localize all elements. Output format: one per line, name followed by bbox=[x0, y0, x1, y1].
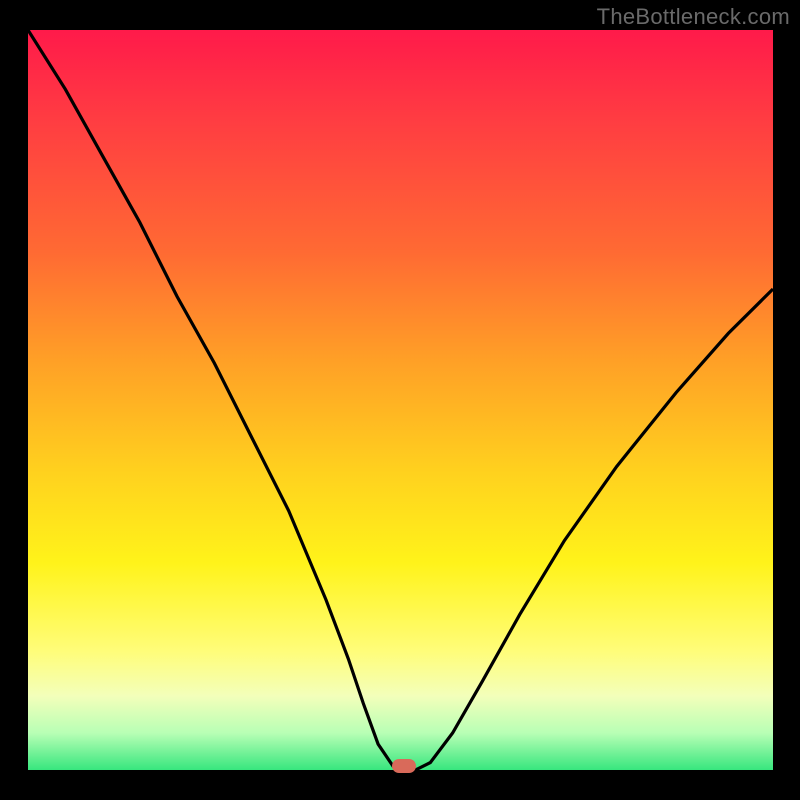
bottleneck-curve bbox=[28, 30, 773, 770]
watermark-text: TheBottleneck.com bbox=[597, 4, 790, 30]
plot-area bbox=[28, 30, 773, 770]
optimal-point-marker bbox=[392, 759, 416, 773]
chart-frame: TheBottleneck.com bbox=[0, 0, 800, 800]
